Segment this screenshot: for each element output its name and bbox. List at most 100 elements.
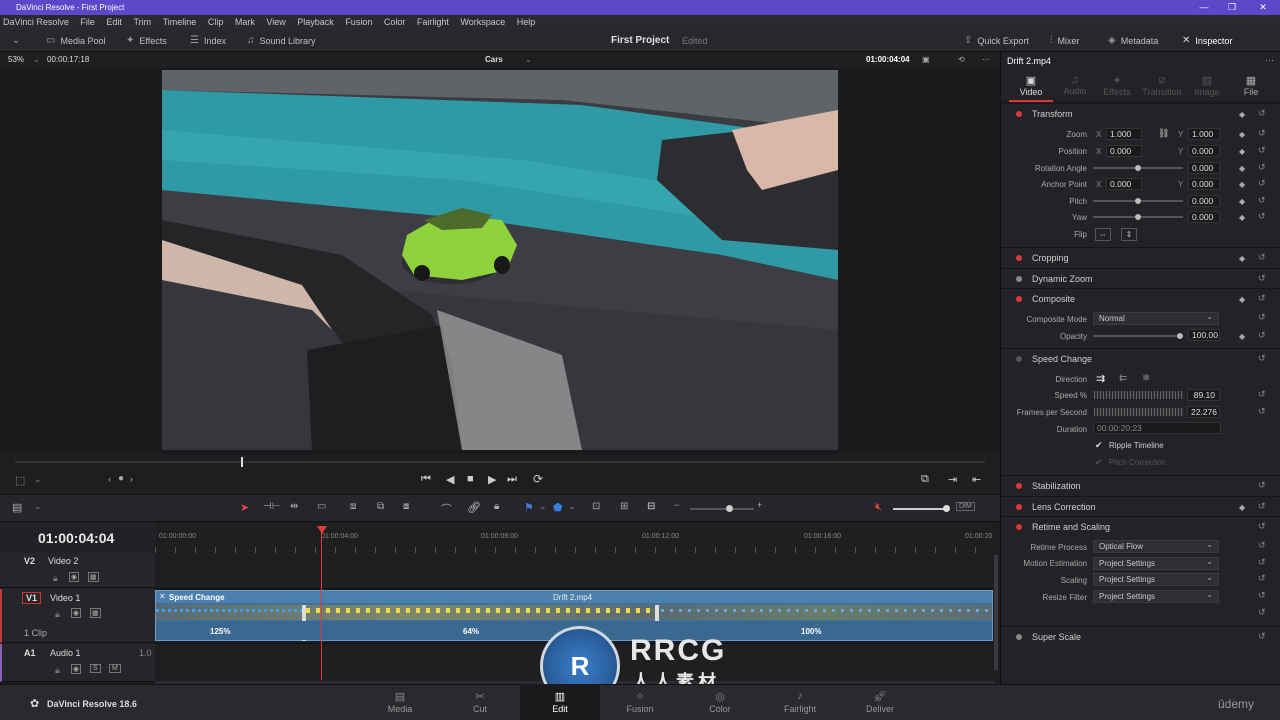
menu-fusion[interactable]: Fusion [345,17,372,27]
menu-view[interactable]: View [266,17,285,27]
v2-lane[interactable] [155,553,995,589]
reset-icon[interactable]: ↺ [1258,128,1266,139]
sound-library-button[interactable]: ♫ Sound Library [247,30,316,52]
enable-dot[interactable] [1016,111,1022,117]
enable-dot[interactable] [1016,634,1022,640]
insert-clip-icon[interactable]: ⧈ [350,501,356,512]
slider-knob[interactable] [1177,333,1183,339]
reset-icon[interactable]: ↺ [1258,162,1266,173]
speed-segment-1[interactable]: 125% [210,627,230,636]
keyframe-icon[interactable]: ◆ [1239,503,1245,512]
reset-icon[interactable]: ↺ [1258,273,1266,284]
jog-position-marker[interactable] [241,457,243,467]
yaw-field[interactable]: 0.000 [1188,211,1220,223]
menu-timeline[interactable]: Timeline [163,17,197,27]
position-y-field[interactable]: 0.000 [1188,145,1220,157]
reset-icon[interactable]: ↺ [1258,178,1266,189]
composite-mode-select[interactable]: Normal [1093,311,1219,325]
timeline-view-icon[interactable]: ▤ [12,501,22,514]
blade-tool-icon[interactable]: ▭ [317,501,326,512]
mixer-button[interactable]: ⫶ Mixer [1050,30,1080,52]
track-enable-icon[interactable]: ▦ [90,608,101,618]
pitch-correction-checkbox[interactable]: ✔ [1095,457,1103,468]
dim-button[interactable]: DIM [956,502,975,511]
reset-icon[interactable]: ↺ [1258,631,1266,642]
fps-ladder[interactable] [1094,408,1184,416]
resize-filter-select[interactable]: Project Settings [1093,589,1219,603]
section-composite[interactable]: Composite [1000,288,1280,308]
link-icon[interactable]: ⛓︎ [1158,128,1169,139]
reset-icon[interactable]: ↺ [1258,590,1266,601]
replace-clip-icon[interactable]: ⧇ [403,501,409,512]
crop-mode-icon[interactable]: ⬚ [15,474,25,487]
section-lens-correction[interactable]: Lens Correction [1000,496,1280,516]
tab-video[interactable]: ▣ Video [1009,74,1053,102]
slider-knob[interactable] [1135,214,1141,220]
overwrite-clip-icon[interactable]: ⧉ [377,501,384,512]
crop-dropdown-icon[interactable]: ⌄ [34,474,42,485]
menu-help[interactable]: Help [517,17,536,27]
volume-slider[interactable] [893,508,948,510]
yaw-slider[interactable] [1093,211,1183,223]
menu-workspace[interactable]: Workspace [460,17,505,27]
slider-knob[interactable] [1135,165,1141,171]
menu-davinci[interactable]: DaVinci Resolve [3,17,69,27]
reverse-play-icon[interactable]: ◀ [446,473,454,486]
panel-toggle-button[interactable]: ⌄ [12,30,20,52]
video-frame[interactable] [162,70,838,450]
inspector-button[interactable]: ✕ Inspector [1182,30,1232,52]
page-fusion[interactable]: ✧ Fusion [600,684,680,720]
flag-icon[interactable]: ⚑ [524,501,534,514]
effects-button[interactable]: ✦ Effects [126,30,167,52]
enable-dot[interactable] [1016,524,1022,530]
duration-field[interactable]: 00:00:20:23 [1093,422,1221,434]
scaling-select[interactable]: Project Settings [1093,572,1219,586]
motion-estimation-select[interactable]: Project Settings [1093,556,1219,570]
go-to-start-icon[interactable]: ⏮ [421,473,431,486]
keyframe-icon[interactable]: ◆ [1239,130,1245,139]
playhead-handle[interactable] [317,526,327,534]
zoom-detail-icon[interactable]: ⊞ [620,501,628,512]
reset-icon[interactable]: ↺ [1258,406,1266,417]
enable-dot[interactable] [1016,296,1022,302]
viewer-mode-icon[interactable]: ▣ [922,52,930,68]
play-icon[interactable]: ▶ [488,473,496,486]
linked-selection-icon[interactable]: 🔗︎ [467,501,481,514]
flag-dropdown-icon[interactable]: ⌄ [539,501,547,512]
quick-export-button[interactable]: ⇪ Quick Export [964,30,1029,52]
track-v1-id[interactable]: V1 [22,592,42,604]
track-v1-name[interactable]: Video 1 [50,593,80,603]
next-edit-icon[interactable]: ⇥ [948,473,957,486]
page-edit[interactable]: ▥ Edit [520,684,600,720]
keyframe-icon[interactable]: ◆ [1239,332,1245,341]
menu-edit[interactable]: Edit [106,17,122,27]
clip-dot-icon[interactable]: ● [118,473,124,484]
rotation-slider[interactable] [1093,162,1183,174]
page-media[interactable]: ▤ Media [360,684,440,720]
track-v2-name[interactable]: Video 2 [48,556,78,566]
speed-segment-2[interactable]: 64% [463,627,479,636]
inspector-options-icon[interactable]: ⋯ [1265,55,1274,66]
section-cropping[interactable]: Cropping [1000,247,1280,267]
enable-dot[interactable] [1016,255,1022,261]
speed-segment-3[interactable]: 100% [801,627,821,636]
speed-ladder[interactable] [1094,391,1184,399]
timeline-name[interactable]: Cars [485,52,503,68]
ripple-checkbox[interactable]: ✔ [1095,440,1103,451]
page-color[interactable]: ◎ Color [680,684,760,720]
zoom-out-icon[interactable]: − [674,500,679,510]
reset-icon[interactable]: ↺ [1258,389,1266,400]
anchor-x-field[interactable]: 0.000 [1106,178,1142,190]
match-frame-icon[interactable]: ⧉ [921,473,929,486]
mute-icon[interactable]: 🔇︎ [875,501,882,514]
media-pool-button[interactable]: ▭ Media Pool [46,30,105,52]
reset-icon[interactable]: ↺ [1258,211,1266,222]
reverse-direction-icon[interactable]: ⇇ [1119,373,1127,384]
selection-tool-icon[interactable]: ➤ [240,501,249,514]
page-fairlight[interactable]: ♪ Fairlight [760,684,840,720]
tab-effects[interactable]: ✦ Effects [1095,74,1139,97]
keyframe-icon[interactable]: ◆ [1239,147,1245,156]
mute-button[interactable]: M [109,664,121,673]
freeze-frame-icon[interactable]: ❄ [1142,373,1150,384]
reset-icon[interactable]: ↺ [1258,293,1266,304]
